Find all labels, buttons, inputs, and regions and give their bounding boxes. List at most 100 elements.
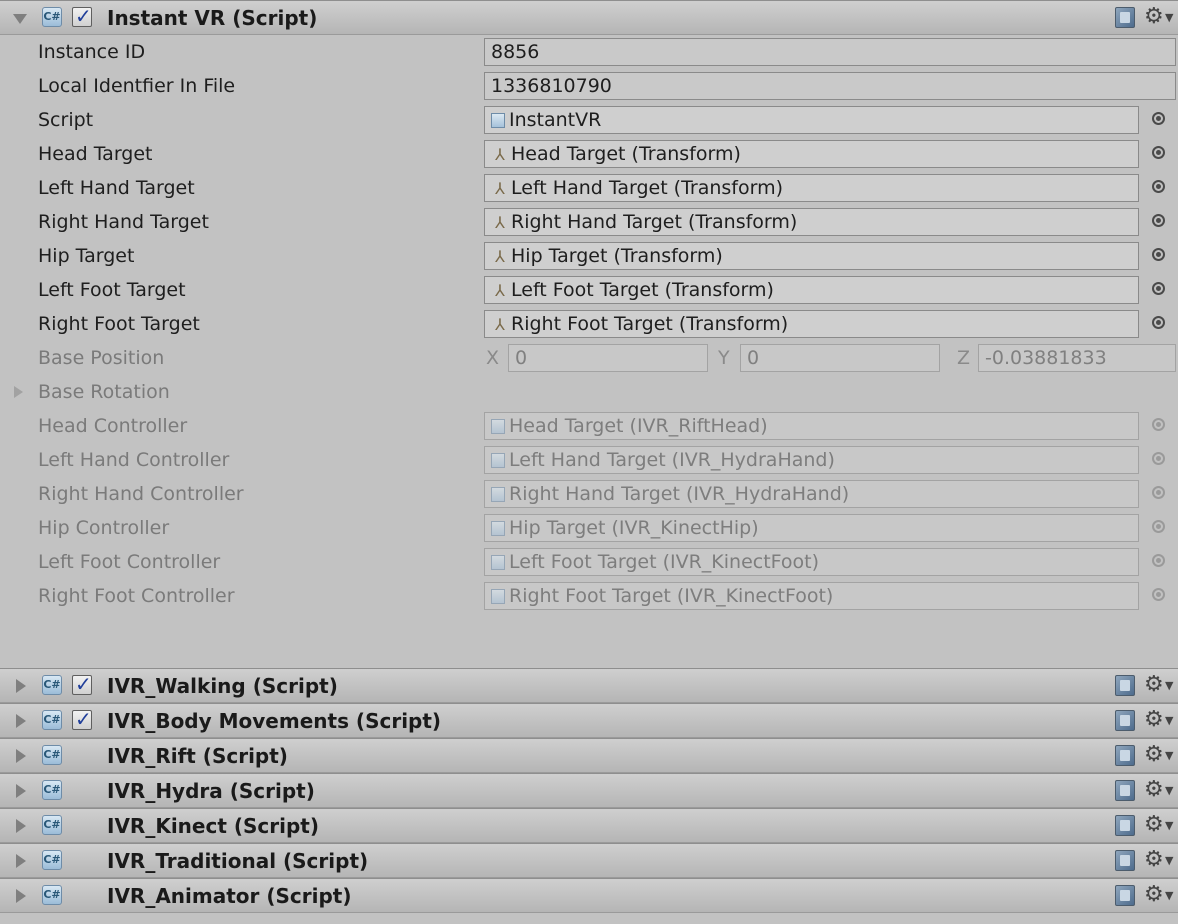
object-picker-icon[interactable] xyxy=(1152,282,1165,295)
object-picker-icon[interactable] xyxy=(1152,248,1165,261)
foldout-expanded-icon[interactable] xyxy=(13,14,27,24)
component-enabled-checkbox[interactable]: ✓ xyxy=(72,707,92,731)
gear-icon[interactable]: ⚙ xyxy=(1144,4,1164,30)
foldout-collapsed-icon[interactable] xyxy=(16,749,26,763)
component-title: Instant VR (Script) xyxy=(107,6,318,30)
foldout-collapsed-icon[interactable] xyxy=(16,784,26,798)
book-icon[interactable] xyxy=(1115,7,1135,28)
transform-axes-icon: ⅄ xyxy=(495,247,505,266)
component-header-ivr-traditional[interactable]: C# IVR_Traditional (Script) ⚙ ▼ xyxy=(0,843,1178,878)
property-row-right-foot-controller: Right Foot Controller Right Foot Target … xyxy=(0,579,1178,613)
foldout-collapsed-icon[interactable] xyxy=(14,386,23,398)
foldout-collapsed-icon[interactable] xyxy=(16,819,26,833)
inspector-panel: C# ✓ Instant VR (Script) ⚙ ▼ Instance ID… xyxy=(0,0,1178,924)
gear-icon[interactable]: ⚙ xyxy=(1144,882,1164,908)
property-label: Left Hand Controller xyxy=(38,449,230,471)
foldout-collapsed-icon[interactable] xyxy=(16,889,26,903)
component-header-ivr-kinect[interactable]: C# IVR_Kinect (Script) ⚙ ▼ xyxy=(0,808,1178,843)
book-icon[interactable] xyxy=(1115,780,1135,801)
property-row-hip-controller: Hip Controller Hip Target (IVR_KinectHip… xyxy=(0,511,1178,545)
base-position-y-field[interactable]: 0 xyxy=(740,344,940,372)
object-picker-icon[interactable] xyxy=(1152,316,1165,329)
object-picker-icon[interactable] xyxy=(1152,214,1165,227)
foldout-collapsed-icon[interactable] xyxy=(16,679,26,693)
property-row-base-rotation[interactable]: Base Rotation xyxy=(0,375,1178,409)
foldout-collapsed-icon[interactable] xyxy=(16,714,26,728)
right-hand-target-field[interactable]: ⅄ Right Hand Target (Transform) xyxy=(484,208,1139,236)
object-picker-icon[interactable] xyxy=(1152,520,1165,533)
component-enabled-checkbox[interactable]: ✓ xyxy=(72,4,92,28)
gear-icon[interactable]: ⚙ xyxy=(1144,742,1164,768)
book-icon[interactable] xyxy=(1115,745,1135,766)
gear-icon[interactable]: ⚙ xyxy=(1144,707,1164,733)
checkmark-icon: ✓ xyxy=(75,672,92,696)
chevron-down-icon: ▼ xyxy=(1165,889,1174,902)
chevron-down-icon: ▼ xyxy=(1165,11,1174,24)
csharp-script-icon: C# xyxy=(42,745,62,765)
gear-icon[interactable]: ⚙ xyxy=(1144,847,1164,873)
field-value: InstantVR xyxy=(509,109,602,131)
left-hand-controller-field[interactable]: Left Hand Target (IVR_HydraHand) xyxy=(484,446,1139,474)
property-row-script: Script InstantVR xyxy=(0,103,1178,137)
local-identifier-field[interactable]: 1336810790 xyxy=(484,72,1176,100)
gear-icon[interactable]: ⚙ xyxy=(1144,672,1164,698)
chevron-down-icon: ▼ xyxy=(1165,749,1174,762)
left-hand-target-field[interactable]: ⅄ Left Hand Target (Transform) xyxy=(484,174,1139,202)
property-label: Hip Target xyxy=(38,245,135,267)
head-controller-field[interactable]: Head Target (IVR_RiftHead) xyxy=(484,412,1139,440)
object-picker-icon[interactable] xyxy=(1152,452,1165,465)
component-header-ivr-body-movements[interactable]: C# ✓ IVR_Body Movements (Script) ⚙ ▼ xyxy=(0,703,1178,738)
transform-axes-icon: ⅄ xyxy=(495,281,505,300)
component-header-ivr-animator[interactable]: C# IVR_Animator (Script) ⚙ ▼ xyxy=(0,878,1178,913)
gear-icon[interactable]: ⚙ xyxy=(1144,777,1164,803)
base-position-x-field[interactable]: 0 xyxy=(508,344,708,372)
property-label: Right Hand Target xyxy=(38,211,209,233)
chevron-down-icon: ▼ xyxy=(1165,854,1174,867)
hip-controller-field[interactable]: Hip Target (IVR_KinectHip) xyxy=(484,514,1139,542)
gear-icon[interactable]: ⚙ xyxy=(1144,812,1164,838)
field-value: Right Hand Target (Transform) xyxy=(511,211,798,233)
property-row-hip-target: Hip Target ⅄ Hip Target (Transform) xyxy=(0,239,1178,273)
hip-target-field[interactable]: ⅄ Hip Target (Transform) xyxy=(484,242,1139,270)
field-value: Right Foot Target (IVR_KinectFoot) xyxy=(509,585,834,607)
object-picker-icon[interactable] xyxy=(1152,588,1165,601)
head-target-field[interactable]: ⅄ Head Target (Transform) xyxy=(484,140,1139,168)
book-icon[interactable] xyxy=(1115,710,1135,731)
checkmark-icon: ✓ xyxy=(75,4,92,28)
csharp-script-icon: C# xyxy=(42,780,62,800)
book-icon[interactable] xyxy=(1115,850,1135,871)
object-picker-icon[interactable] xyxy=(1152,486,1165,499)
field-value: Left Foot Target (IVR_KinectFoot) xyxy=(509,551,820,573)
component-header-ivr-rift[interactable]: C# IVR_Rift (Script) ⚙ ▼ xyxy=(0,738,1178,773)
left-foot-target-field[interactable]: ⅄ Left Foot Target (Transform) xyxy=(484,276,1139,304)
book-icon[interactable] xyxy=(1115,885,1135,906)
component-title: IVR_Traditional (Script) xyxy=(107,849,369,873)
object-picker-icon[interactable] xyxy=(1152,418,1165,431)
component-enabled-checkbox[interactable]: ✓ xyxy=(72,672,92,696)
csharp-script-icon xyxy=(491,521,505,536)
csharp-script-icon: C# xyxy=(42,885,62,905)
component-header-ivr-hydra[interactable]: C# IVR_Hydra (Script) ⚙ ▼ xyxy=(0,773,1178,808)
property-label: Script xyxy=(38,109,94,131)
property-label: Left Foot Target xyxy=(38,279,186,301)
component-header-instant-vr[interactable]: C# ✓ Instant VR (Script) ⚙ ▼ xyxy=(0,0,1178,35)
foldout-collapsed-icon[interactable] xyxy=(16,854,26,868)
base-position-z-field[interactable]: -0.03881833 xyxy=(978,344,1176,372)
object-picker-icon[interactable] xyxy=(1152,112,1165,125)
component-title: IVR_Body Movements (Script) xyxy=(107,709,442,733)
script-object-field[interactable]: InstantVR xyxy=(484,106,1139,134)
component-title: IVR_Kinect (Script) xyxy=(107,814,319,838)
right-foot-controller-field[interactable]: Right Foot Target (IVR_KinectFoot) xyxy=(484,582,1139,610)
left-foot-controller-field[interactable]: Left Foot Target (IVR_KinectFoot) xyxy=(484,548,1139,576)
right-hand-controller-field[interactable]: Right Hand Target (IVR_HydraHand) xyxy=(484,480,1139,508)
component-header-ivr-walking[interactable]: C# ✓ IVR_Walking (Script) ⚙ ▼ xyxy=(0,668,1178,703)
book-icon[interactable] xyxy=(1115,815,1135,836)
object-picker-icon[interactable] xyxy=(1152,554,1165,567)
object-picker-icon[interactable] xyxy=(1152,146,1165,159)
object-picker-icon[interactable] xyxy=(1152,180,1165,193)
field-value: Hip Target (Transform) xyxy=(511,245,723,267)
property-row-head-controller: Head Controller Head Target (IVR_RiftHea… xyxy=(0,409,1178,443)
book-icon[interactable] xyxy=(1115,675,1135,696)
instance-id-field[interactable]: 8856 xyxy=(484,38,1176,66)
right-foot-target-field[interactable]: ⅄ Right Foot Target (Transform) xyxy=(484,310,1139,338)
